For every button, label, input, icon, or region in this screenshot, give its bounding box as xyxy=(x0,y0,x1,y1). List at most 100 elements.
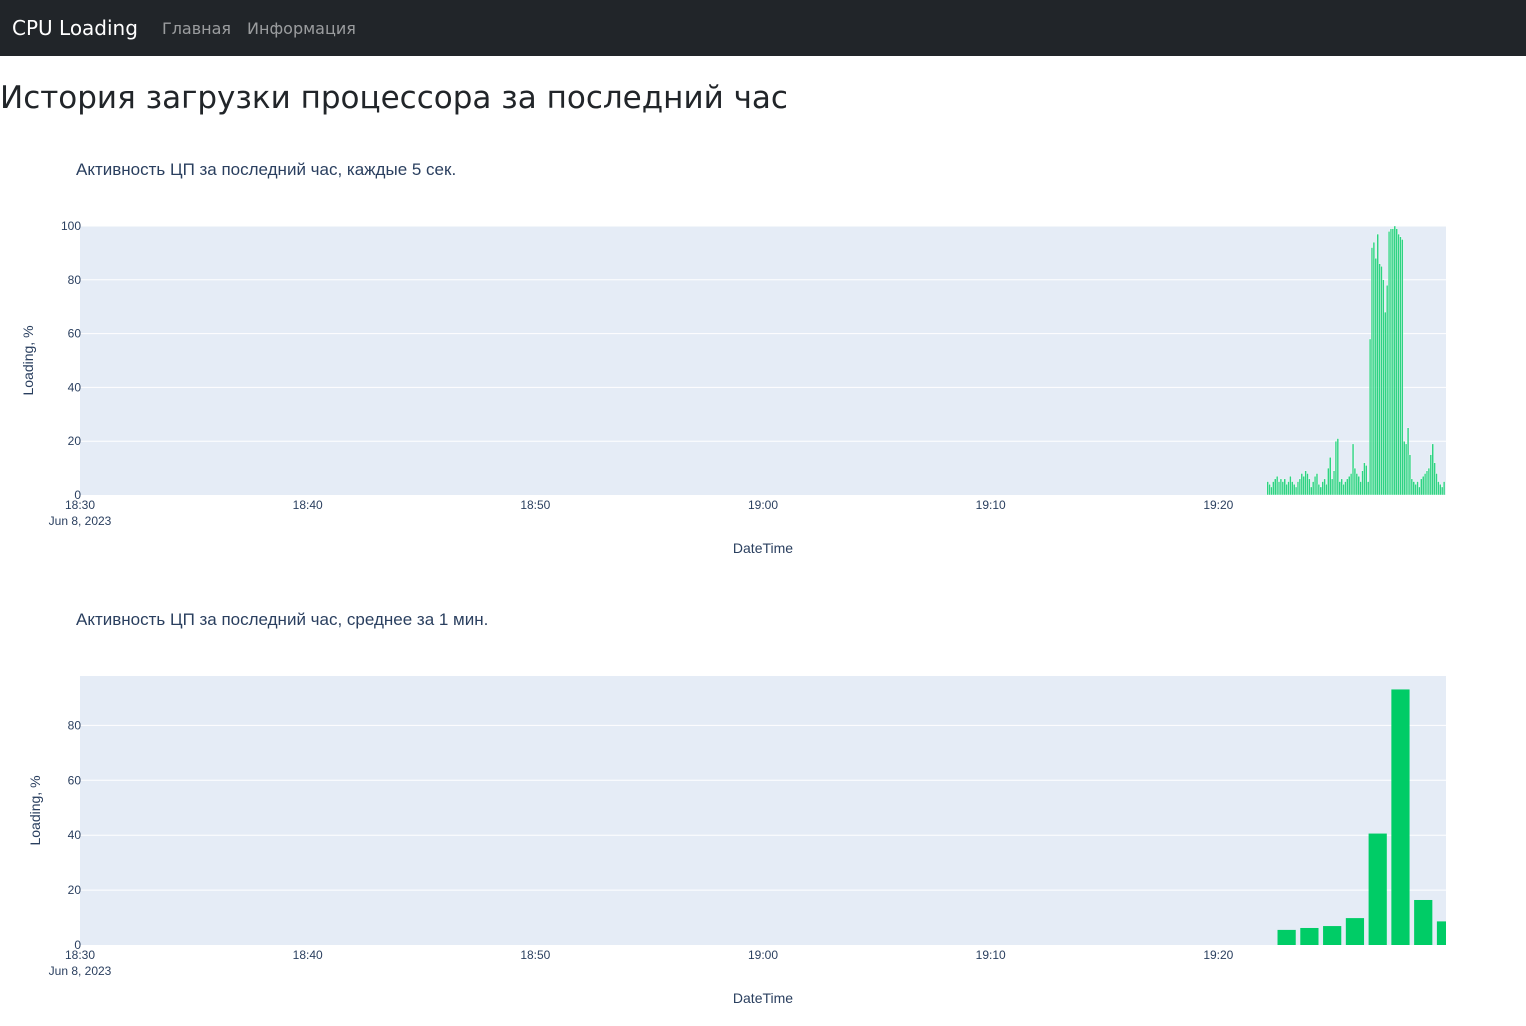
bar xyxy=(1334,440,1338,496)
bar xyxy=(1365,465,1368,496)
bar xyxy=(1410,478,1413,496)
bar xyxy=(1397,233,1400,496)
cpu-1min-plot[interactable]: 02040608018:30 18:40 18:50 19:00 19:10 19:20J… xyxy=(0,650,1526,1026)
bar xyxy=(1422,475,1425,496)
bar xyxy=(1346,478,1349,496)
bar xyxy=(1312,481,1315,496)
brand-link[interactable]: CPU Loading xyxy=(12,16,138,40)
bar xyxy=(1408,454,1412,496)
x-tick-label: 18:50 xyxy=(520,498,550,512)
bar xyxy=(1277,481,1281,496)
bar xyxy=(1268,484,1271,496)
bar xyxy=(1412,481,1415,496)
bar xyxy=(1427,467,1431,496)
bar xyxy=(1291,481,1294,496)
bar xyxy=(1338,481,1341,496)
x-tick-label: 18:40 xyxy=(293,498,323,512)
cpu-5s-plot[interactable]: 02040608010018:30 18:40 18:50 19:00 19:10 19:… xyxy=(0,200,1526,610)
bar xyxy=(1363,462,1366,496)
bar xyxy=(1351,443,1355,496)
bar xyxy=(1325,484,1328,496)
y-tick-label: 40 xyxy=(68,380,82,394)
x-tick-label: 19:10 xyxy=(976,498,1006,512)
bar xyxy=(1442,481,1446,496)
y-tick-label: 60 xyxy=(68,773,82,787)
nav-link-home[interactable]: Главная xyxy=(162,19,231,38)
cpu-5s-chart: Активность ЦП за последний час, каждые 5… xyxy=(0,160,1526,610)
bar xyxy=(1340,478,1343,496)
bar xyxy=(1372,241,1376,496)
y-tick-label: 100 xyxy=(61,219,81,233)
bar xyxy=(1285,484,1288,496)
bar xyxy=(1313,475,1317,496)
bar xyxy=(1382,279,1385,496)
x-tick-date-label: Jun 8, 2023 xyxy=(49,514,112,528)
bar xyxy=(1323,478,1326,496)
bar xyxy=(1416,481,1419,496)
x-tick-label: 19:00 xyxy=(748,948,778,962)
bar xyxy=(1406,427,1410,496)
bar xyxy=(1315,473,1319,496)
y-tick-label: 20 xyxy=(68,434,82,448)
bar xyxy=(1433,462,1436,496)
bar xyxy=(1310,486,1313,496)
bar xyxy=(1378,263,1381,496)
bar xyxy=(1391,689,1410,945)
bar xyxy=(1289,475,1292,496)
bar xyxy=(1270,486,1273,496)
y-tick-label: 80 xyxy=(68,273,82,287)
bar xyxy=(1321,481,1324,496)
bar xyxy=(1319,486,1322,496)
bar xyxy=(1370,247,1374,496)
x-tick-label: 19:20 xyxy=(1203,948,1233,962)
y-tick-label: 20 xyxy=(68,883,82,897)
bar xyxy=(1384,311,1387,496)
plot-background xyxy=(80,676,1446,945)
bar xyxy=(1272,481,1275,496)
bar xyxy=(1368,338,1372,496)
bar xyxy=(1420,478,1423,496)
bar xyxy=(1275,475,1279,496)
bar xyxy=(1353,467,1357,496)
bar xyxy=(1327,467,1330,496)
x-tick-label: 19:10 xyxy=(976,948,1006,962)
bar xyxy=(1300,473,1303,496)
bar xyxy=(1418,486,1421,496)
bar xyxy=(1332,470,1336,496)
bar xyxy=(1342,484,1345,496)
bar xyxy=(1399,236,1402,496)
bar xyxy=(1274,478,1277,496)
chart-title: Активность ЦП за последний час, среднее … xyxy=(76,610,489,629)
bar xyxy=(1387,231,1391,496)
y-axis-title: Loading, % xyxy=(27,775,43,845)
bar xyxy=(1281,481,1284,496)
bar xyxy=(1435,473,1438,496)
x-axis-title: DateTime xyxy=(733,540,793,556)
y-tick-label: 80 xyxy=(68,718,82,732)
bar xyxy=(1374,258,1377,496)
nav-link-info[interactable]: Информация xyxy=(247,19,356,38)
bar xyxy=(1317,484,1321,496)
bar xyxy=(1308,478,1311,496)
bar xyxy=(1368,833,1387,945)
bar xyxy=(1437,481,1440,496)
bar xyxy=(1401,239,1404,496)
bar xyxy=(1266,481,1269,496)
cpu-1min-chart: Активность ЦП за последний час, среднее … xyxy=(0,610,1526,1026)
bar xyxy=(1359,481,1362,496)
bar xyxy=(1376,233,1379,496)
plot-background xyxy=(80,226,1446,495)
bar xyxy=(1293,484,1296,496)
bar xyxy=(1391,228,1395,496)
x-tick-label: 19:00 xyxy=(748,498,778,512)
bar xyxy=(1425,470,1429,496)
bar xyxy=(1336,438,1340,496)
bar xyxy=(1357,475,1360,496)
bar xyxy=(1423,473,1427,496)
x-tick-label: 18:30 xyxy=(65,948,95,962)
bar xyxy=(1395,228,1398,496)
x-tick-label: 18:40 xyxy=(293,948,323,962)
bar xyxy=(1349,473,1353,496)
bar xyxy=(1389,228,1393,496)
bar xyxy=(1367,481,1370,496)
